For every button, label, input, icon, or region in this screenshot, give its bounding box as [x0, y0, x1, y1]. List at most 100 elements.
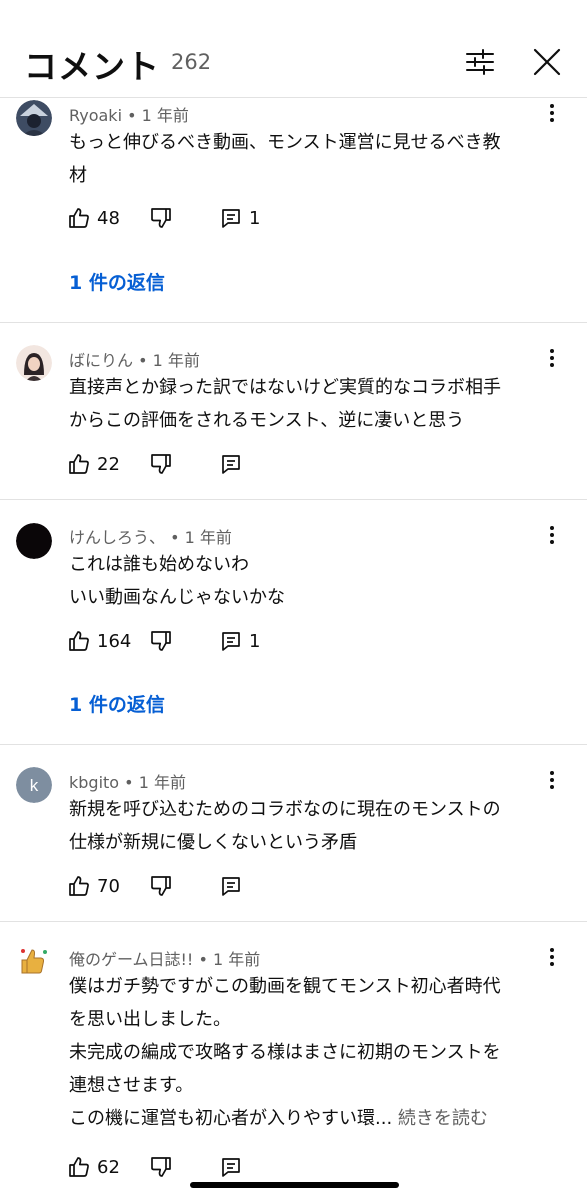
thumb-up-icon [69, 1157, 89, 1177]
dislike-button[interactable] [149, 628, 173, 654]
comment-time: 1 年前 [138, 773, 186, 792]
comment-divider [0, 322, 587, 323]
like-button[interactable]: 62 [67, 1154, 120, 1180]
header-title: コメント [24, 47, 160, 86]
more-vert-icon [550, 771, 554, 789]
comments-header: コメント 262 [0, 0, 587, 98]
view-replies-link[interactable]: 1 件の返信 [69, 268, 165, 295]
reply-button[interactable]: 1 [219, 628, 260, 654]
view-replies-link[interactable]: 1 件の返信 [69, 690, 165, 717]
comment-text: 直接声とか録った訳ではないけど実質的なコラボ相手 からこの評価をされるモンスト、… [69, 371, 549, 437]
more-vert-icon [550, 349, 554, 367]
comment-count: 262 [171, 50, 212, 74]
author-name[interactable]: ばにりん [69, 351, 133, 370]
more-button[interactable] [540, 101, 564, 125]
like-count: 22 [97, 453, 120, 475]
like-button[interactable]: 164 [67, 628, 131, 654]
close-button[interactable] [529, 44, 565, 80]
comment-line: からこの評価をされるモンスト、逆に凄いと思う [69, 410, 465, 431]
comment-meta: けんしろう、 • 1 年前 [69, 528, 232, 547]
comment-actions: 62 [67, 1154, 467, 1180]
comment-meta: kbgito • 1 年前 [69, 773, 186, 792]
more-button[interactable] [540, 523, 564, 547]
comment-line: 僕はガチ勢ですがこの動画を観てモンスト初心者時代 [69, 976, 501, 997]
more-vert-icon [550, 104, 554, 122]
comment-actions: 70 [67, 873, 467, 899]
author-name[interactable]: けんしろう、 [69, 528, 165, 547]
reply-button[interactable] [219, 873, 243, 899]
avatar[interactable]: k [16, 767, 52, 803]
more-button[interactable] [540, 945, 564, 969]
like-button[interactable]: 48 [67, 205, 120, 231]
comment-line: 直接声とか録った訳ではないけど実質的なコラボ相手 [69, 377, 501, 398]
reply-icon [222, 209, 240, 228]
comment-time: 1 年前 [212, 950, 261, 969]
author-name[interactable]: Ryoaki [69, 106, 122, 125]
thumb-up-icon [69, 208, 89, 228]
comment-divider [0, 921, 587, 922]
comment-item: ばにりん • 1 年前 直接声とか録った訳ではないけど実質的なコラボ相手 からこ… [0, 343, 587, 499]
like-button[interactable]: 70 [67, 873, 120, 899]
author-name[interactable]: kbgito [69, 773, 119, 792]
filter-button[interactable] [462, 44, 498, 80]
more-vert-icon [550, 526, 554, 544]
truncated-line: この機に運営も初心者が入りやすい環... [69, 1108, 393, 1129]
avatar[interactable] [16, 100, 52, 136]
comment-item: けんしろう、 • 1 年前 これは誰も始めないわ いい動画なんじゃないかな 16… [0, 520, 587, 744]
like-count: 62 [97, 1156, 120, 1178]
thumb-down-icon [151, 1157, 171, 1177]
dislike-button[interactable] [149, 873, 173, 899]
comment-line: これは誰も始めないわ [69, 554, 249, 575]
comment-text: 僕はガチ勢ですがこの動画を観てモンスト初心者時代 を思い出しました。 未完成の編… [69, 970, 549, 1135]
comment-item: k kbgito • 1 年前 新規を呼び込むためのコラボなのに現在のモンストの… [0, 765, 587, 921]
dislike-button[interactable] [149, 205, 173, 231]
comment-line: この機に運営も初心者が入りやすい環... 続きを読む [69, 1102, 549, 1135]
comment-line: いい動画なんじゃないかな [69, 587, 285, 608]
read-more-link[interactable]: 続きを読む [398, 1108, 488, 1129]
thumb-up-icon [69, 876, 89, 896]
thumb-up-icon [69, 454, 89, 474]
comment-divider [0, 499, 587, 500]
more-button[interactable] [540, 346, 564, 370]
close-icon [533, 48, 561, 76]
avatar[interactable] [16, 944, 52, 980]
reply-icon [222, 1158, 240, 1177]
comment-line: 新規を呼び込むためのコラボなのに現在のモンストの [69, 799, 501, 820]
comment-time: 1 年前 [184, 528, 232, 547]
like-count: 70 [97, 875, 120, 897]
comment-line: 材 [69, 165, 87, 186]
comment-item: Ryoaki • 1 年前 もっと伸びるべき動画、モンスト運営に見せるべき教 材… [0, 98, 587, 322]
comment-text: もっと伸びるべき動画、モンスト運営に見せるべき教 材 [69, 126, 549, 192]
reply-button[interactable] [219, 1154, 243, 1180]
reply-button[interactable] [219, 451, 243, 477]
thumb-up-icon [69, 631, 89, 651]
more-vert-icon [550, 948, 554, 966]
reply-count: 1 [249, 630, 261, 652]
comment-line: もっと伸びるべき動画、モンスト運営に見せるべき教 [69, 132, 501, 153]
dislike-button[interactable] [149, 451, 173, 477]
comment-actions: 164 1 [67, 628, 467, 654]
comment-meta: ばにりん • 1 年前 [69, 351, 200, 370]
reply-icon [222, 632, 240, 651]
comment-meta: 俺のゲーム日誌!! • 1 年前 [69, 950, 261, 969]
thumb-down-icon [151, 208, 171, 228]
like-button[interactable]: 22 [67, 451, 120, 477]
comment-meta: Ryoaki • 1 年前 [69, 106, 189, 125]
comment-item: 俺のゲーム日誌!! • 1 年前 僕はガチ勢ですがこの動画を観てモンスト初心者時… [0, 942, 587, 1200]
reply-count: 1 [249, 207, 261, 229]
author-name[interactable]: 俺のゲーム日誌!! [69, 950, 193, 969]
comment-line: 未完成の編成で攻略する様はまさに初期のモンストを [69, 1042, 501, 1063]
comment-actions: 22 [67, 451, 467, 477]
thumb-down-icon [151, 631, 171, 651]
more-button[interactable] [540, 768, 564, 792]
comment-actions: 48 1 [67, 205, 467, 231]
comment-time: 1 年前 [141, 106, 189, 125]
avatar[interactable] [16, 345, 52, 381]
dislike-button[interactable] [149, 1154, 173, 1180]
home-indicator[interactable] [190, 1182, 399, 1188]
like-count: 164 [97, 630, 132, 652]
like-count: 48 [97, 207, 120, 229]
reply-button[interactable]: 1 [219, 205, 260, 231]
avatar-letter: k [30, 776, 39, 795]
avatar[interactable] [16, 523, 52, 559]
